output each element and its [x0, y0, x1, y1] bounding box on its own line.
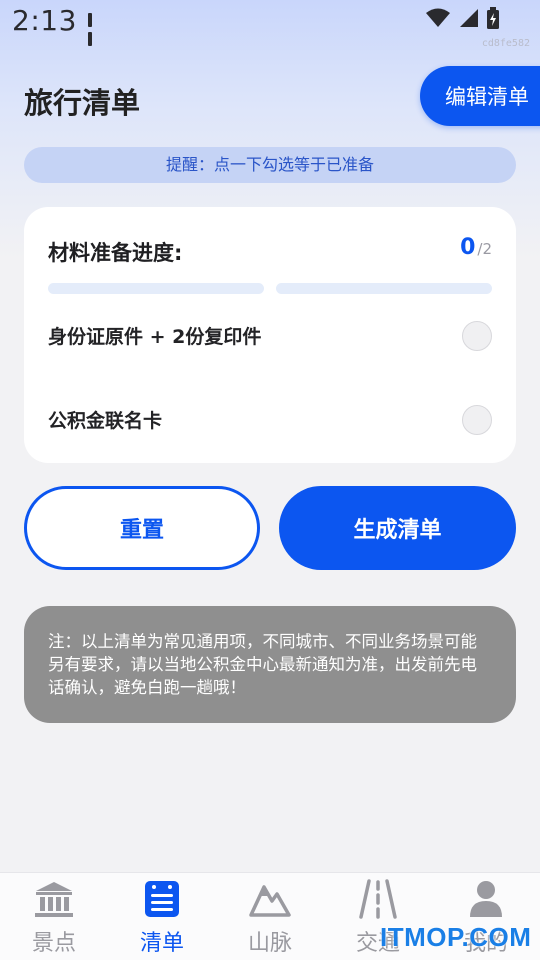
pause-icon — [88, 12, 100, 46]
status-icons — [426, 7, 500, 29]
tab-scenic[interactable]: 景点 — [0, 873, 108, 960]
progress-label: 材料准备进度: — [48, 241, 183, 265]
tab-mountains[interactable]: 山脉 — [216, 873, 324, 960]
checklist-item-label: 身份证原件 + 2份复印件 — [48, 326, 262, 348]
checkbox-circle[interactable] — [462, 321, 492, 351]
checklist-item[interactable]: 公积金联名卡 — [24, 390, 516, 450]
status-time: 2:13 — [12, 4, 77, 37]
watermark: ITMOP.COM — [380, 922, 532, 952]
mountain-icon — [249, 885, 291, 917]
user-icon — [470, 881, 502, 917]
checklist-item-label: 公积金联名卡 — [48, 410, 163, 432]
generate-list-button[interactable]: 生成清单 — [279, 486, 516, 570]
checkbox-circle[interactable] — [462, 405, 492, 435]
edit-list-button[interactable]: 编辑清单 — [420, 66, 540, 126]
device-id: cd8fe582 — [481, 38, 530, 49]
progress-segment — [48, 283, 264, 294]
battery-icon — [487, 7, 499, 29]
tab-label: 山脉 — [247, 931, 292, 956]
reminder-banner: 提醒：点一下勾选等于已准备 — [24, 147, 516, 183]
tab-label: 清单 — [139, 931, 184, 956]
progress-count: 0/2 — [460, 235, 492, 260]
progress-segment — [276, 283, 492, 294]
checklist-item[interactable]: 身份证原件 + 2份复印件 — [24, 306, 516, 366]
wifi-icon — [426, 8, 450, 27]
status-bar: 2:13 cd8fe582 — [0, 0, 540, 49]
note-box: 注：以上清单为常见通用项，不同城市、不同业务场景可能另有要求，请以当地公积金中心… — [24, 606, 516, 723]
reset-button[interactable]: 重置 — [24, 486, 260, 570]
tab-checklist[interactable]: 清单 — [108, 873, 216, 960]
page-title: 旅行清单 — [24, 86, 141, 120]
list-icon — [145, 881, 179, 917]
landmark-icon — [35, 882, 73, 917]
signal-icon — [460, 9, 478, 27]
road-icon — [359, 879, 397, 919]
progress-total: /2 — [477, 240, 492, 258]
progress-done-count: 0 — [460, 235, 476, 260]
tab-label: 景点 — [31, 931, 76, 956]
